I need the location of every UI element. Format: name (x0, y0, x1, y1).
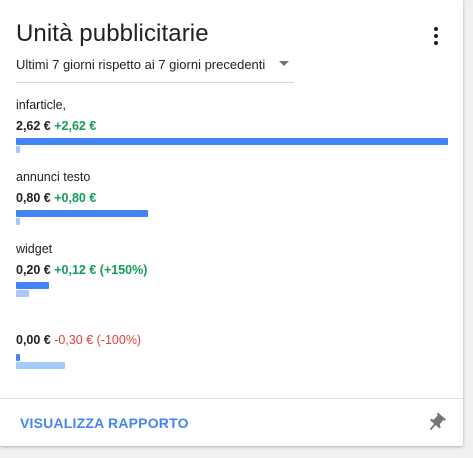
ad-unit-name: infarticle, (16, 98, 67, 112)
menu-dot (434, 41, 438, 45)
ad-unit-row[interactable]: infarticle, 2,62 € +2,62 € (16, 98, 448, 156)
more-vert-icon[interactable] (424, 24, 448, 48)
current-period-bar (16, 210, 148, 217)
ad-unit-change: +0,80 € (54, 191, 97, 205)
previous-period-bar (16, 290, 30, 297)
caret-down-icon (279, 61, 289, 66)
card-title: Unità pubblicitarie (16, 20, 209, 47)
ad-unit-name: annunci testo (16, 170, 91, 184)
date-range-dropdown[interactable]: Ultimi 7 giorni rispetto ai 7 giorni pre… (16, 56, 294, 83)
ad-unit-change: +2,62 € (54, 119, 97, 133)
ad-unit-row[interactable]: widget 0,20 € +0,12 € (+150%) (16, 242, 448, 300)
previous-period-bar (16, 218, 20, 225)
ad-unit-row[interactable]: 0,00 € -0,30 € (-100%) (16, 312, 448, 372)
ad-unit-value: 0,00 € (16, 333, 51, 347)
previous-period-bar (16, 362, 66, 369)
current-period-bar (16, 282, 49, 289)
ad-unit-row[interactable]: annunci testo 0,80 € +0,80 € (16, 170, 448, 228)
ad-unit-value: 2,62 € (16, 119, 51, 133)
ad-unit-name: widget (16, 242, 53, 256)
ad-unit-values: 0,00 € -0,30 € (-100%) (16, 333, 141, 347)
menu-dot (434, 27, 438, 31)
date-range-label: Ultimi 7 giorni rispetto ai 7 giorni pre… (16, 57, 266, 72)
ad-unit-values: 2,62 € +2,62 € (16, 119, 96, 133)
ad-unit-value: 0,80 € (16, 191, 51, 205)
pin-icon[interactable] (425, 412, 447, 434)
previous-period-bar (16, 146, 20, 153)
current-period-bar (16, 354, 20, 361)
ad-unit-values: 0,20 € +0,12 € (+150%) (16, 263, 147, 277)
view-report-link[interactable]: VISUALIZZA RAPPORTO (20, 415, 189, 431)
menu-dot (434, 34, 438, 38)
ad-unit-values: 0,80 € +0,80 € (16, 191, 96, 205)
current-period-bar (16, 138, 448, 145)
ad-units-card: Unità pubblicitarie Ultimi 7 giorni risp… (0, 0, 463, 446)
footer-divider (0, 398, 463, 399)
ad-unit-change: +0,12 € (+150%) (54, 263, 148, 277)
ad-unit-value: 0,20 € (16, 263, 51, 277)
ad-unit-change: -0,30 € (-100%) (54, 333, 142, 347)
